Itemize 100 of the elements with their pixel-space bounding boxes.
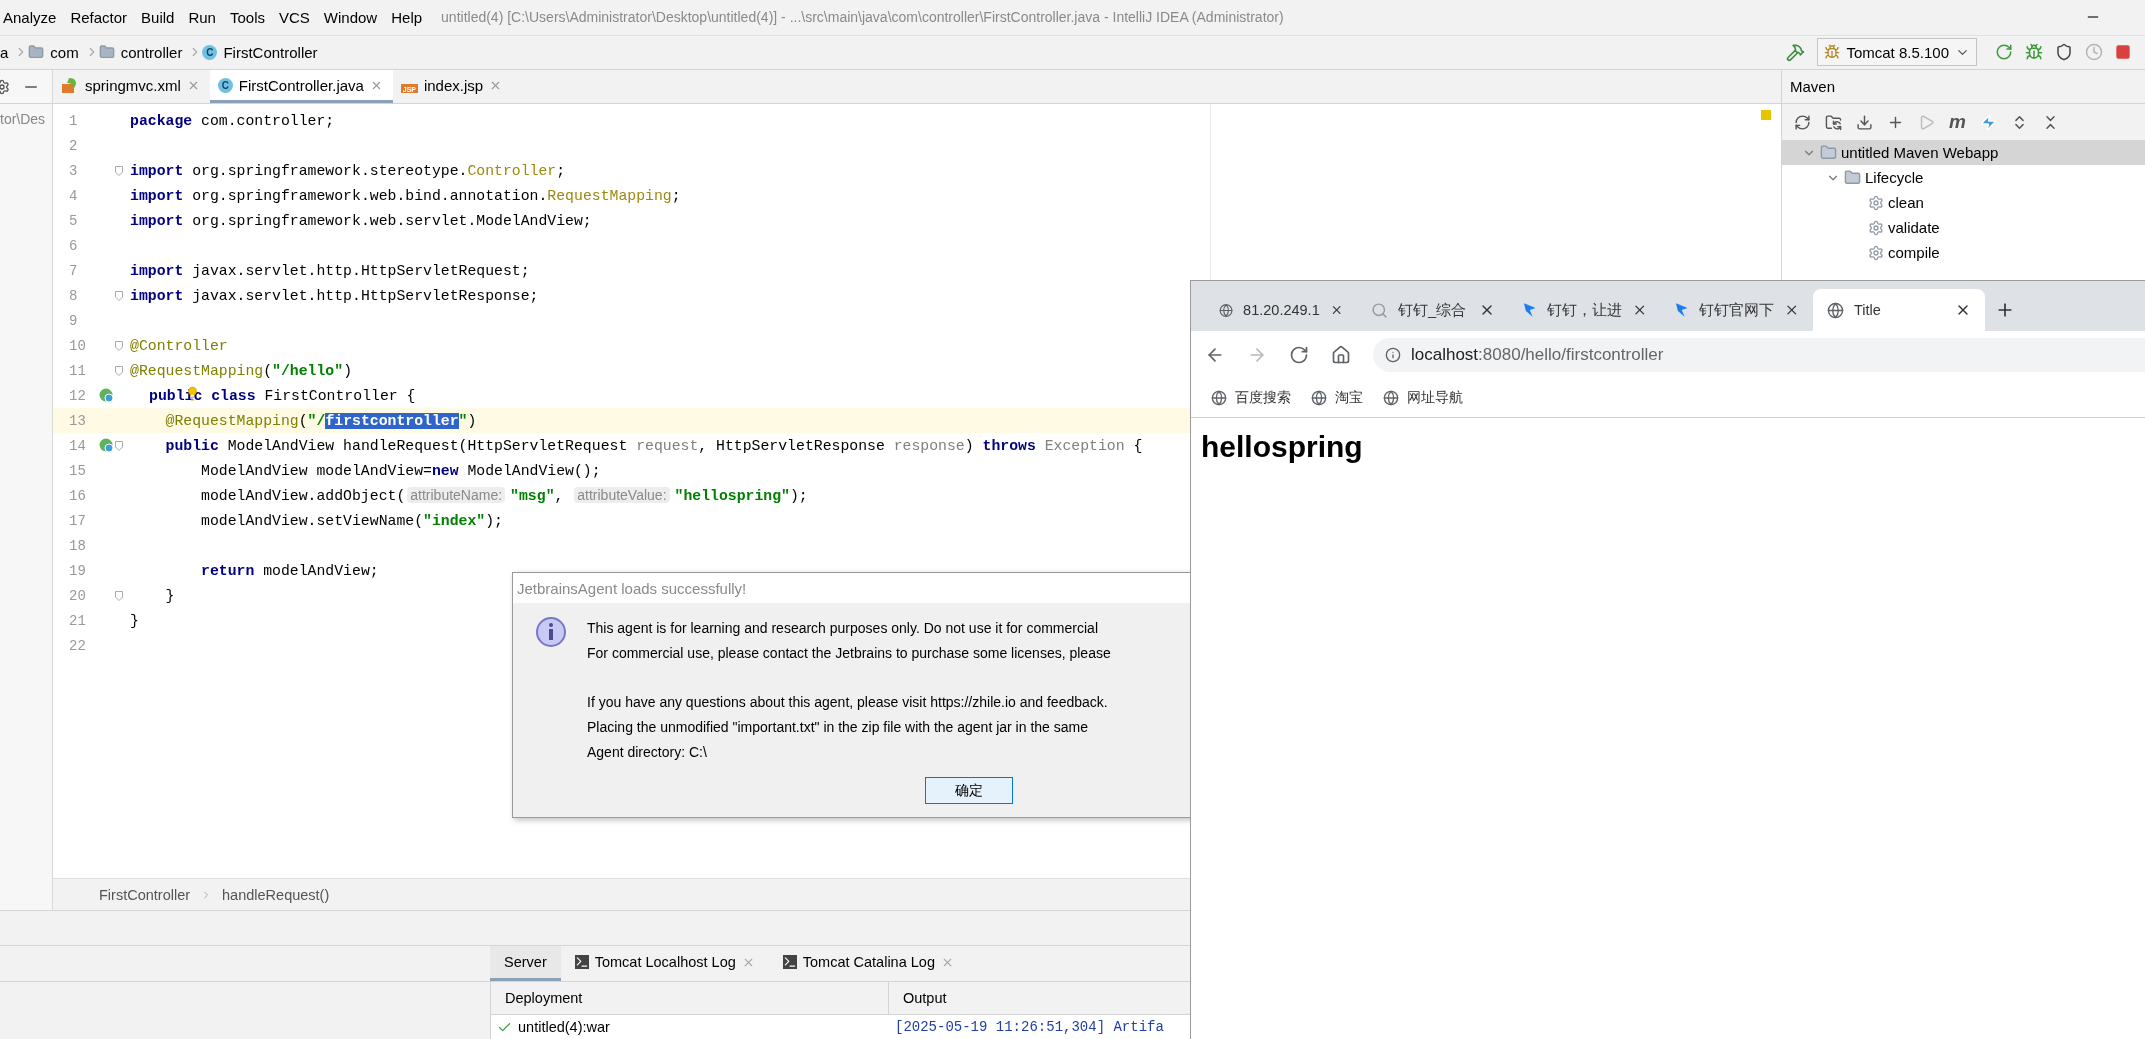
- breadcrumb-item[interactable]: controller: [98, 43, 189, 61]
- message-text: Agent directory: C:\: [587, 743, 708, 762]
- info-icon: [1385, 347, 1401, 363]
- editor-tab[interactable]: C FirstController.java: [209, 70, 393, 104]
- browser-tab[interactable]: 钉钉，让进: [1509, 289, 1661, 331]
- line-number: 3: [68, 162, 79, 179]
- line-number: 13: [68, 412, 87, 429]
- line-number: 20: [68, 587, 87, 604]
- globe-icon: [1827, 301, 1844, 319]
- line-number: 10: [68, 337, 87, 354]
- fold-marker-icon[interactable]: [115, 590, 123, 601]
- menu-item[interactable]: Help: [388, 8, 434, 26]
- execute-goal-button[interactable]: m: [1949, 111, 1966, 134]
- menu-item[interactable]: VCS: [276, 8, 321, 26]
- tool-tab[interactable]: Tomcat Catalina Log: [768, 946, 968, 981]
- info-icon: [535, 616, 567, 648]
- tool-tab[interactable]: Tomcat Localhost Log: [560, 946, 769, 981]
- line-number: 18: [68, 537, 87, 554]
- code-line: }: [164, 587, 175, 604]
- rerun-button[interactable]: [1995, 43, 2013, 62]
- log-line: [2025-05-19 11:26:51,304] Artifa: [895, 1019, 1164, 1035]
- tree-item[interactable]: clean: [1782, 190, 2145, 216]
- line-number: 7: [68, 262, 79, 279]
- ok-button[interactable]: 确定: [925, 777, 1013, 804]
- search-icon: [1371, 301, 1388, 319]
- menu-item[interactable]: Analyze: [0, 8, 68, 26]
- code-line: ModelAndView modelAndView=new ModelAndView();: [200, 462, 601, 479]
- home-button[interactable]: [1331, 345, 1351, 365]
- tree-item[interactable]: Lifecycle: [1782, 165, 2145, 191]
- fold-marker-icon[interactable]: [115, 365, 123, 376]
- reload-button[interactable]: [1794, 113, 1811, 131]
- fold-marker-icon[interactable]: [115, 340, 123, 351]
- bookmark[interactable]: 网址导航: [1383, 389, 1463, 407]
- code-line: @Controller: [129, 337, 228, 354]
- line-number: 12: [68, 387, 87, 404]
- leaf-icon: [61, 77, 79, 94]
- code-line: modelAndView.setViewName("index");: [200, 512, 503, 529]
- line-number: 2: [68, 137, 79, 154]
- menu-item[interactable]: Build: [138, 8, 186, 26]
- browser-tab[interactable]: 钉钉_综合: [1357, 289, 1509, 331]
- globe-icon: [1211, 390, 1227, 406]
- console-icon: [782, 955, 797, 969]
- message-text: This agent is for learning and research purposes only. Do not use it for commercial: [587, 619, 1099, 638]
- line-number: 19: [68, 562, 87, 579]
- breadcrumb-item[interactable]: C FirstController: [202, 43, 324, 61]
- tree-item[interactable]: compile: [1782, 240, 2145, 266]
- maven-project-icon: [1820, 144, 1837, 162]
- class-icon: C: [202, 44, 218, 60]
- class-icon: C: [217, 77, 233, 93]
- build-button[interactable]: [1786, 42, 1806, 62]
- reload-button[interactable]: [1289, 345, 1309, 365]
- code-line: import javax.servlet.http.HttpServletResponse;: [129, 287, 539, 304]
- bookmark[interactable]: 百度搜索: [1211, 389, 1291, 407]
- globe-icon: [1383, 390, 1399, 406]
- globe-icon: [1219, 301, 1234, 319]
- column-header: Deployment: [491, 982, 889, 1015]
- coverage-button[interactable]: [2055, 43, 2073, 62]
- line-number: 14: [68, 437, 87, 454]
- offline-button[interactable]: [1979, 113, 1997, 131]
- globe-icon: [1311, 390, 1327, 406]
- tool-tab[interactable]: Server: [490, 946, 561, 981]
- gear-icon: [1868, 244, 1884, 261]
- tree-item[interactable]: untitled Maven Webapp: [1782, 140, 2145, 166]
- line-number: 9: [68, 312, 79, 329]
- menu-item[interactable]: Refactor: [67, 8, 139, 26]
- folder-sync-button[interactable]: [1825, 113, 1842, 131]
- browser-tab[interactable]: 81.20.249.1: [1205, 289, 1357, 331]
- warning-marker: [1761, 110, 1771, 121]
- menu-item[interactable]: Tools: [226, 8, 276, 26]
- browser-tab[interactable]: Title: [1813, 289, 1985, 331]
- fold-marker-icon[interactable]: [115, 290, 123, 301]
- debug-button[interactable]: [2025, 43, 2043, 62]
- message-text: If you have any questions about this agent, please visit https://zhile.io and feedback.: [587, 693, 1109, 712]
- deployment-item[interactable]: untitled(4):war: [491, 1015, 889, 1039]
- code-line: return modelAndView;: [200, 562, 379, 579]
- menu-item[interactable]: Run: [185, 8, 227, 26]
- breadcrumb-item[interactable]: handleRequest(): [222, 886, 330, 903]
- fold-marker-icon[interactable]: [115, 165, 123, 176]
- page-heading: hellospring: [1201, 430, 1364, 464]
- message-text: Placing the unmodified "important.txt" in the zip file with the agent jar in the same: [587, 718, 1089, 737]
- wing-icon: [1675, 302, 1689, 318]
- breadcrumb-item[interactable]: a: [0, 43, 15, 61]
- stop-button[interactable]: [2115, 44, 2131, 61]
- run-config-dropdown[interactable]: Tomcat 8.5.100: [1817, 38, 1977, 67]
- address-field[interactable]: localhost:8080/hello/firstcontroller: [1373, 338, 2145, 372]
- bookmark[interactable]: 淘宝: [1311, 389, 1363, 407]
- editor-tab[interactable]: springmvc.xml: [53, 70, 210, 104]
- code-line: import org.springframework.web.bind.annotation.RequestMapping;: [129, 187, 681, 204]
- breadcrumb-item[interactable]: FirstController: [99, 886, 191, 903]
- folder-icon: [1844, 169, 1861, 187]
- line-number: 6: [68, 237, 79, 254]
- line-number: 21: [68, 612, 87, 629]
- tree-item[interactable]: validate: [1782, 215, 2145, 241]
- fold-marker-icon[interactable]: [115, 440, 123, 451]
- breadcrumb-item[interactable]: com: [28, 43, 85, 61]
- line-number: 15: [68, 462, 87, 479]
- browser-tab[interactable]: 钉钉官网下: [1661, 289, 1813, 331]
- download-button[interactable]: [1856, 113, 1873, 131]
- line-number: 8: [68, 287, 79, 304]
- menu-item[interactable]: Window: [320, 8, 389, 26]
